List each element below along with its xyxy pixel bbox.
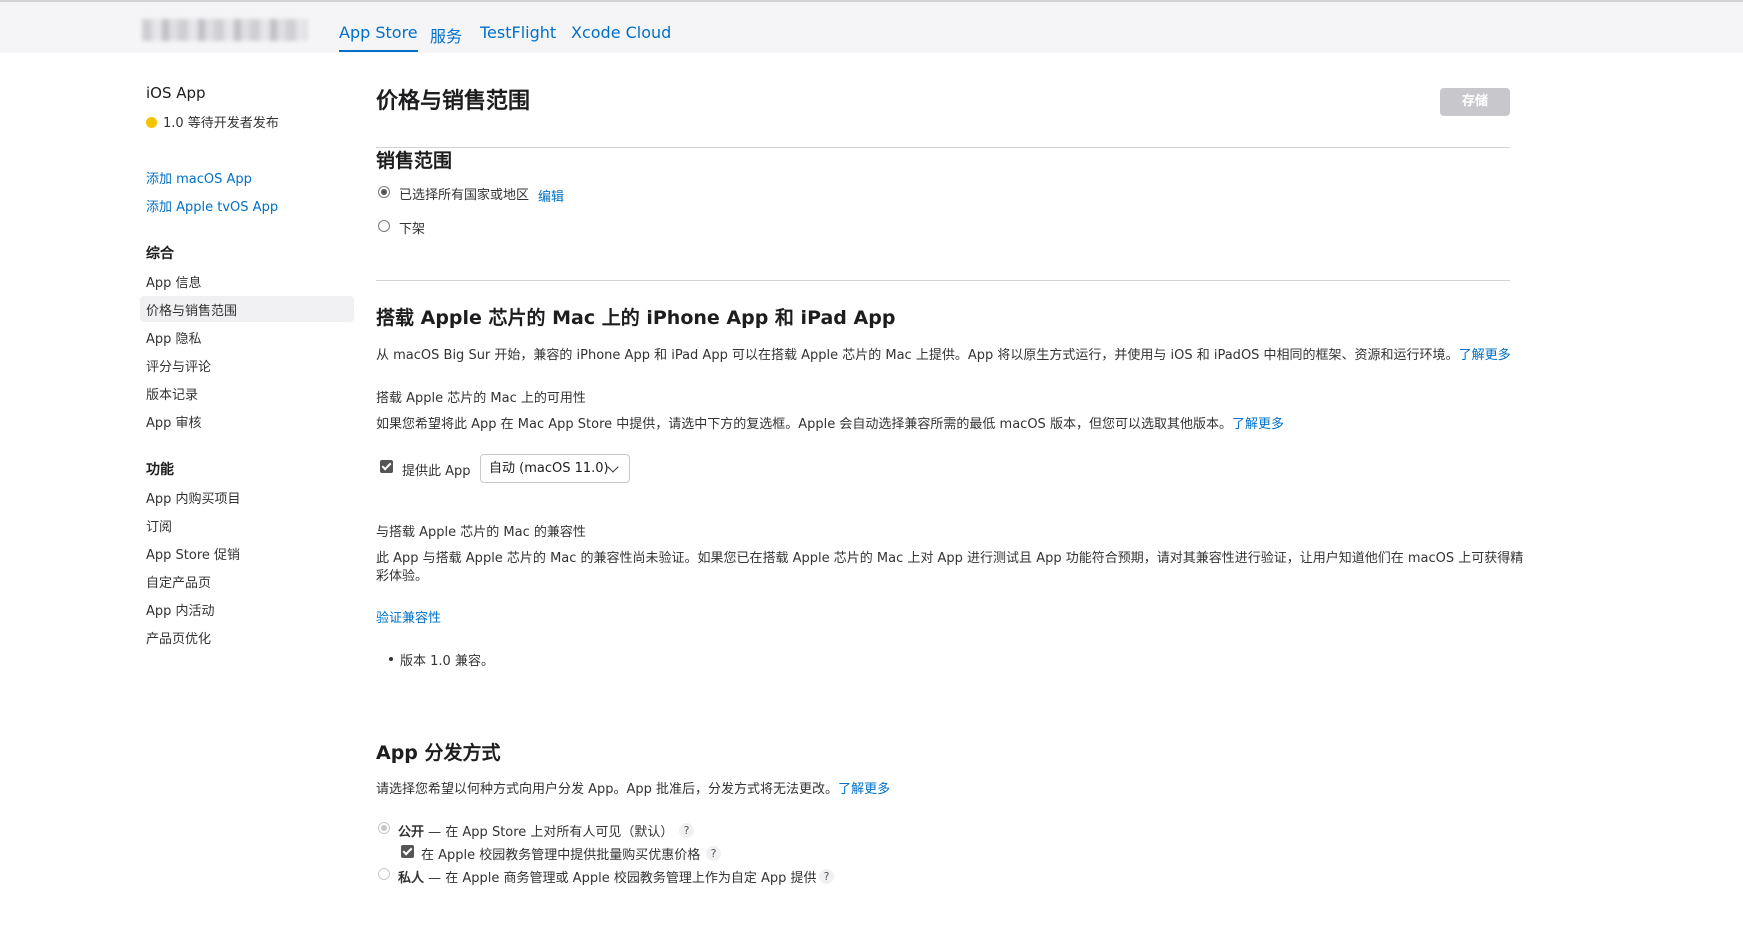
private-rest-text: — 在 Apple 商务管理或 Apple 校园教务管理上作为自定 App 提供: [424, 871, 817, 886]
sidebar-item-version-history[interactable]: 版本记录: [146, 384, 198, 403]
distribution-desc-text: 请选择您希望以何种方式向用户分发 App。App 批准后，分发方式将无法更改。: [376, 782, 839, 797]
sidebar-item-privacy[interactable]: App 隐私: [146, 328, 202, 347]
add-tvos-app-link[interactable]: 添加 Apple tvOS App: [146, 196, 278, 215]
edu-discount-label: 在 Apple 校园教务管理中提供批量购买优惠价格: [421, 848, 701, 863]
macos-version-select[interactable]: 自动 (macOS 11.0): [480, 454, 630, 483]
radio-remove-from-sale[interactable]: [378, 220, 390, 232]
sidebar-item-custom-product-pages[interactable]: 自定产品页: [146, 572, 211, 591]
mac-availability-description: 如果您希望将此 App 在 Mac App Store 中提供，请选中下方的复选…: [376, 413, 1284, 432]
macos-version-value: 自动 (macOS 11.0): [489, 461, 609, 476]
help-icon[interactable]: ?: [819, 869, 834, 884]
sidebar-item-in-app-purchases[interactable]: App 内购买项目: [146, 488, 241, 507]
radio-remove-from-sale-label: 下架: [399, 222, 426, 237]
radio-public-label: 公开 — 在 App Store 上对所有人可见（默认）: [398, 821, 673, 840]
public-rest-text: — 在 App Store 上对所有人可见（默认）: [424, 825, 674, 840]
tab-xcode-cloud[interactable]: Xcode Cloud: [571, 23, 671, 42]
save-button[interactable]: 存储: [1440, 88, 1510, 116]
radio-all-countries-label: 已选择所有国家或地区: [399, 188, 530, 203]
status-dot-icon: [146, 117, 157, 128]
edu-discount-checkbox[interactable]: [401, 845, 414, 858]
sidebar-item-subscriptions[interactable]: 订阅: [146, 516, 172, 535]
public-bold-text: 公开: [398, 825, 425, 840]
tab-testflight[interactable]: TestFlight: [480, 23, 556, 42]
sidebar-heading-general: 综合: [146, 246, 174, 262]
sidebar-item-product-page-optimization[interactable]: 产品页优化: [146, 628, 211, 647]
sidebar-item-promotions[interactable]: App Store 促销: [146, 544, 240, 563]
tab-services[interactable]: 服务: [430, 23, 462, 47]
tab-app-store[interactable]: App Store: [339, 23, 418, 52]
radio-private[interactable]: [378, 868, 390, 880]
compatibility-description-line2: 彩体验。: [376, 569, 429, 584]
help-icon[interactable]: ?: [706, 846, 721, 861]
sidebar-item-ratings[interactable]: 评分与评论: [146, 356, 211, 375]
chevron-down-icon: [607, 461, 619, 473]
account-name-blurred: [142, 19, 307, 41]
radio-all-countries[interactable]: [378, 186, 390, 198]
offer-app-label: 提供此 App: [402, 464, 471, 479]
page-title: 价格与销售范围: [376, 89, 531, 114]
compatibility-description-line1: 此 App 与搭载 Apple 芯片的 Mac 的兼容性尚未验证。如果您已在搭载…: [376, 551, 1524, 566]
sidebar-item-app-review[interactable]: App 审核: [146, 412, 202, 431]
private-bold-text: 私人: [398, 871, 425, 886]
sidebar-item-pricing[interactable]: 价格与销售范围: [146, 300, 237, 319]
radio-public[interactable]: [378, 822, 390, 834]
top-navigation-bar: App Store 服务 TestFlight Xcode Cloud: [0, 0, 1743, 53]
learn-more-link[interactable]: 了解更多: [1459, 348, 1511, 363]
sidebar-item-in-app-events[interactable]: App 内活动: [146, 600, 215, 619]
mac-section-description: 从 macOS Big Sur 开始，兼容的 iPhone App 和 iPad…: [376, 344, 1511, 363]
app-title: iOS App: [146, 84, 206, 102]
availability-title: 销售范围: [376, 150, 453, 172]
divider: [376, 147, 1510, 148]
status-text: 1.0 等待开发者发布: [163, 116, 279, 131]
help-icon[interactable]: ?: [679, 823, 694, 838]
distribution-description: 请选择您希望以何种方式向用户分发 App。App 批准后，分发方式将无法更改。了…: [376, 778, 890, 797]
mac-section-title: 搭载 Apple 芯片的 Mac 上的 iPhone App 和 iPad Ap…: [376, 307, 896, 329]
learn-more-link[interactable]: 了解更多: [838, 782, 890, 797]
edit-countries-link[interactable]: 编辑: [538, 186, 564, 205]
status-badge: 1.0 等待开发者发布: [146, 112, 279, 131]
distribution-title: App 分发方式: [376, 742, 501, 764]
learn-more-link[interactable]: 了解更多: [1232, 417, 1284, 432]
add-macos-app-link[interactable]: 添加 macOS App: [146, 168, 252, 187]
radio-private-label: 私人 — 在 Apple 商务管理或 Apple 校园教务管理上作为自定 App…: [398, 867, 817, 886]
mac-availability-label: 搭载 Apple 芯片的 Mac 上的可用性: [376, 391, 586, 406]
sidebar-item-app-info[interactable]: App 信息: [146, 272, 202, 291]
offer-app-checkbox[interactable]: [380, 460, 393, 473]
mac-availability-text: 如果您希望将此 App 在 Mac App Store 中提供，请选中下方的复选…: [376, 417, 1232, 432]
compatible-version-item: 版本 1.0 兼容。: [400, 654, 494, 669]
compatibility-label: 与搭载 Apple 芯片的 Mac 的兼容性: [376, 525, 586, 540]
mac-desc-text: 从 macOS Big Sur 开始，兼容的 iPhone App 和 iPad…: [376, 348, 1459, 363]
bullet-icon: [389, 657, 393, 661]
verify-compatibility-link[interactable]: 验证兼容性: [376, 607, 441, 626]
sidebar-heading-features: 功能: [146, 462, 174, 478]
divider: [376, 280, 1510, 281]
